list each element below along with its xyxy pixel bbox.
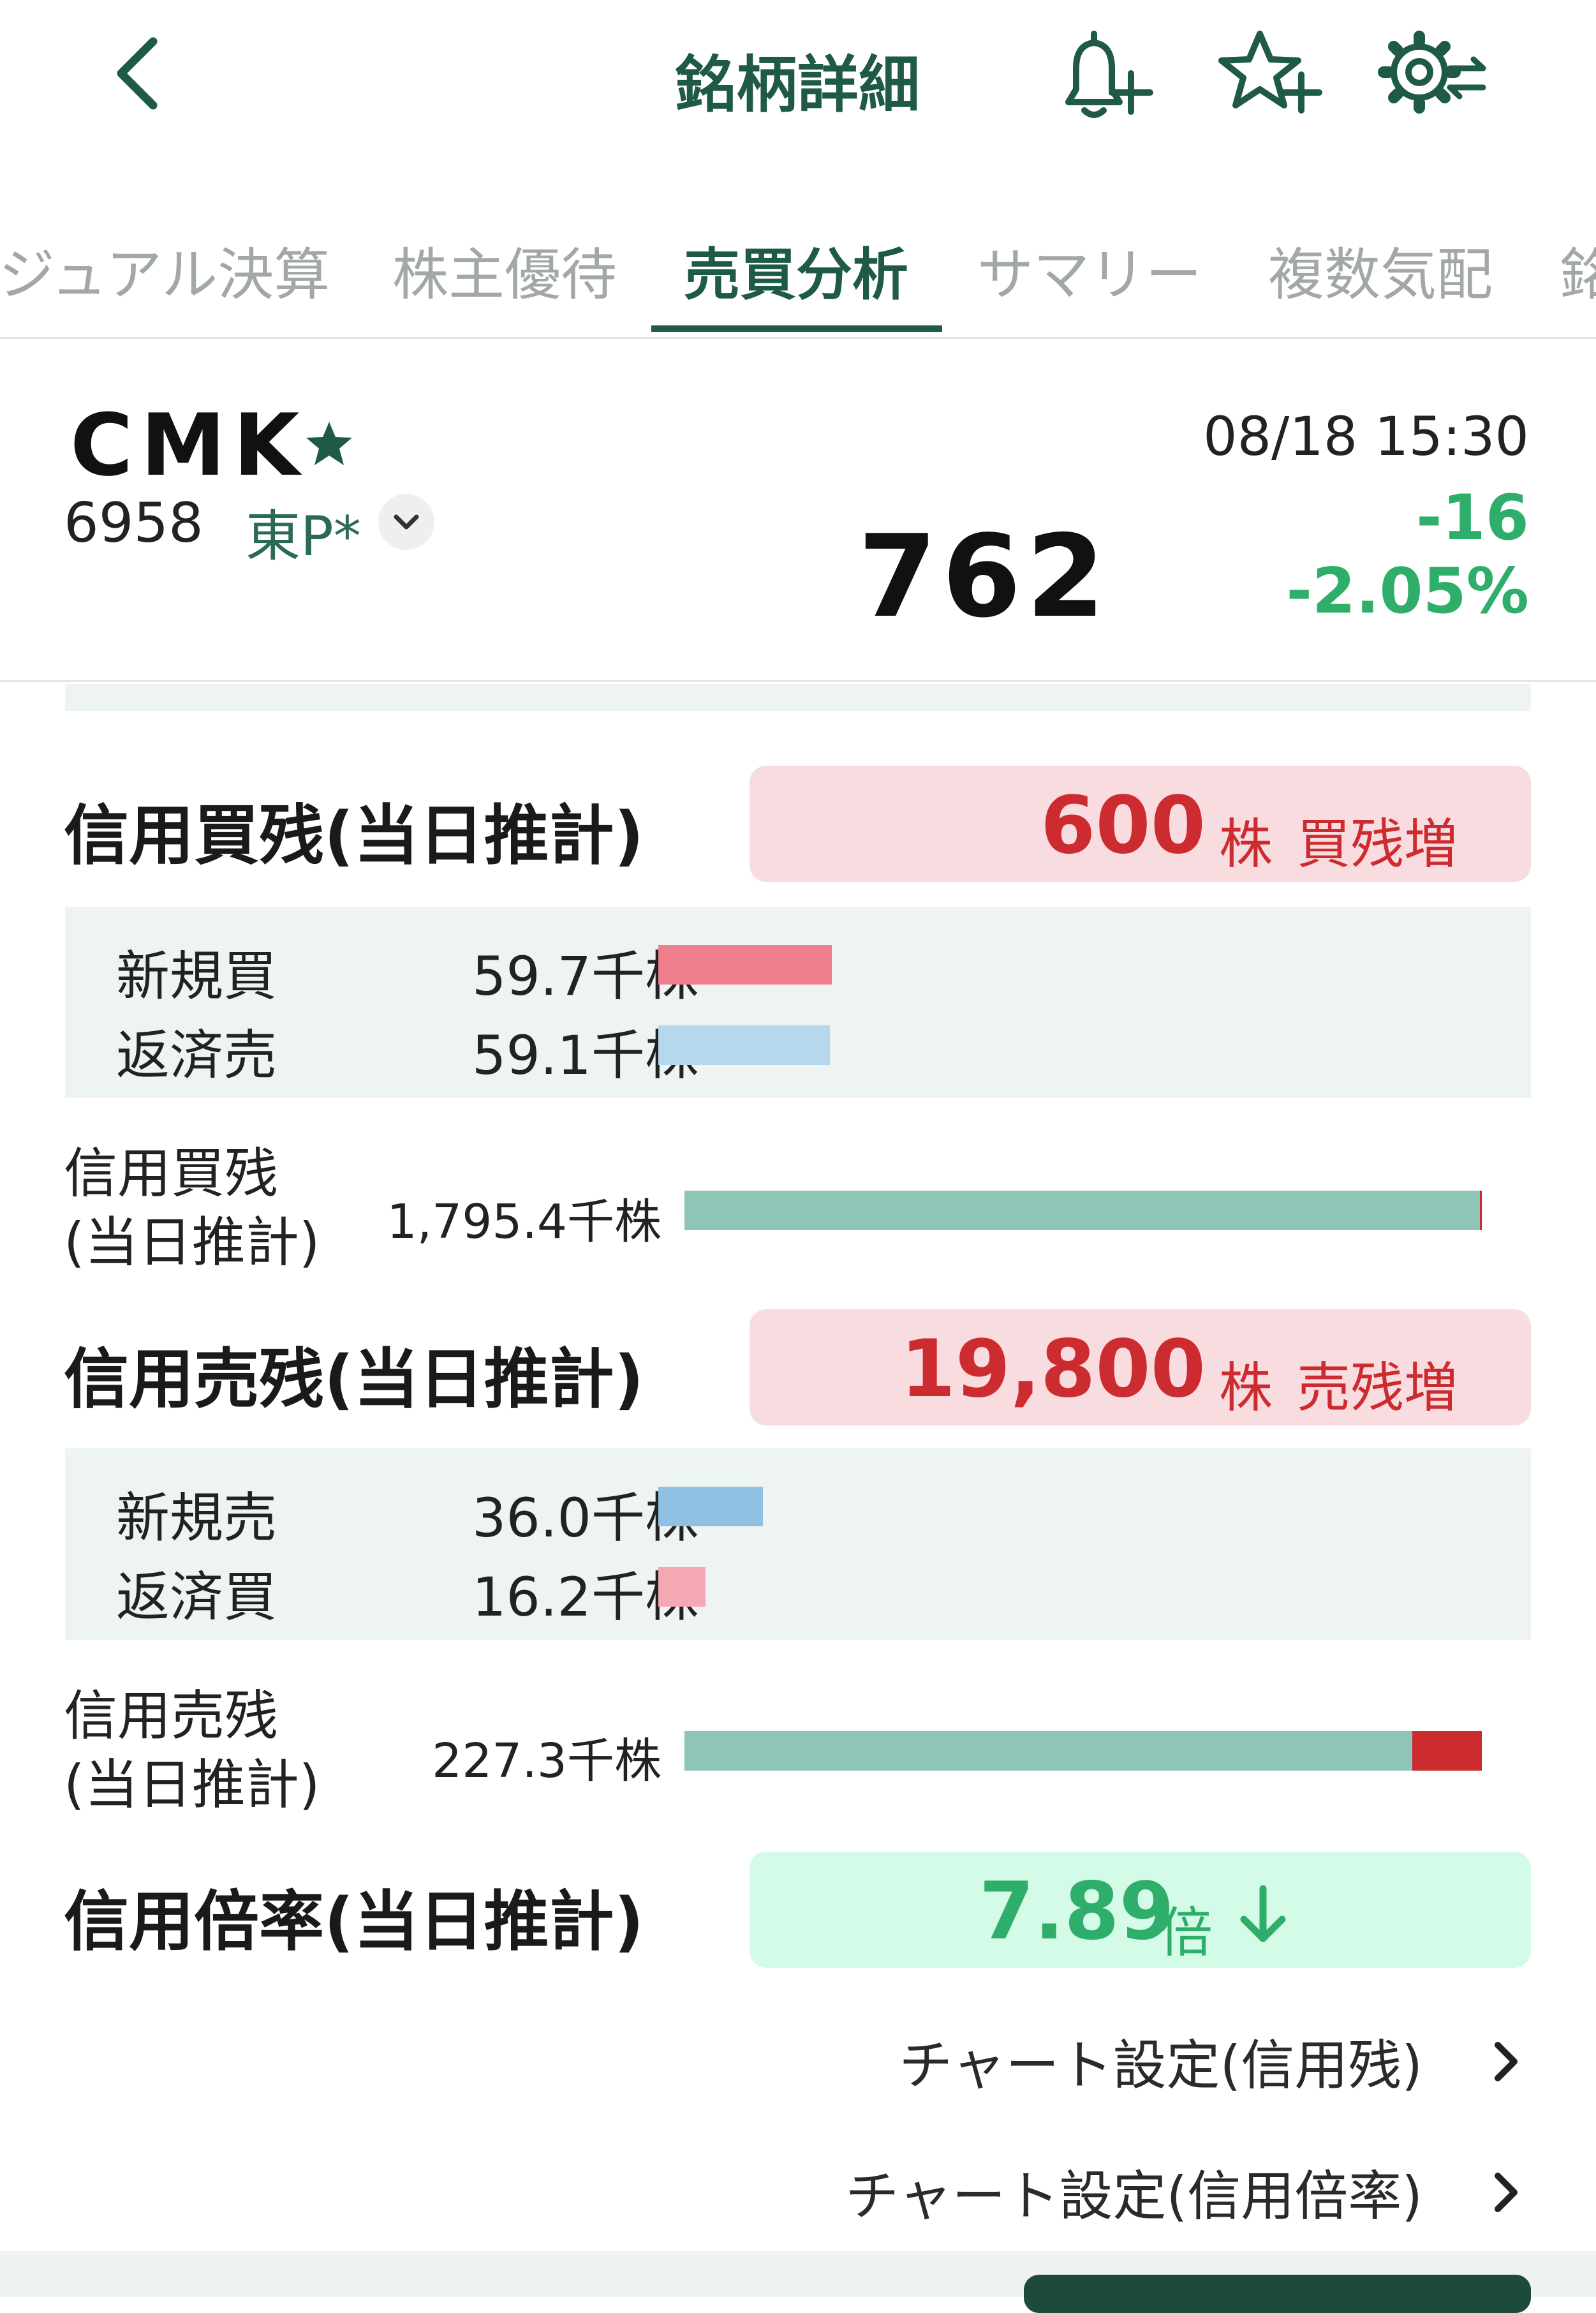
current-price: 762: [858, 510, 1111, 643]
buy-margin-balance-label-line1: 信用買残: [64, 1142, 279, 1205]
market-dropdown-button[interactable]: [378, 494, 434, 550]
margin-ratio-value: 7.89: [979, 1866, 1174, 1958]
buy-margin-balance-label: 信用買残 (当日推計): [64, 1139, 320, 1277]
price-timestamp: 08/18 15:30: [1203, 405, 1529, 468]
tab-trading-analysis[interactable]: 売買分析: [684, 230, 908, 311]
tab-bar: ビジュアル決算 株主優待 売買分析 サマリー 複数気配 銘柄: [0, 211, 1596, 338]
close-buy-label: 返済買: [116, 1566, 277, 1628]
stock-code: 6958: [64, 491, 203, 555]
buy-margin-change-value: 600: [1040, 780, 1206, 872]
new-sell-bar: [658, 1487, 763, 1526]
sell-margin-balance-label-line2: (当日推計): [64, 1753, 320, 1816]
sell-margin-title: 信用売残(当日推計): [64, 1342, 644, 1418]
chart-setting-balance-link[interactable]: チャート設定(信用残): [899, 2023, 1525, 2100]
margin-ratio-badge: 7.89 倍: [750, 1852, 1531, 1968]
tab-stock-info[interactable]: 銘柄: [1560, 230, 1596, 311]
sell-margin-badge: 19,800 株 売残増: [750, 1309, 1531, 1425]
sell-margin-detail-box: 新規売 36.0千株 返済買 16.2千株: [65, 1448, 1531, 1640]
buy-margin-detail-box: 新規買 59.7千株 返済売 59.1千株: [65, 907, 1531, 1098]
new-buy-bar: [658, 945, 832, 985]
favorite-add-icon[interactable]: [1215, 22, 1324, 124]
section-strip: [65, 684, 1531, 711]
chevron-right-icon: [1495, 2172, 1518, 2212]
sell-margin-balance-label-line1: 信用売残: [64, 1685, 279, 1747]
chart-setting-ratio-label: チャート設定(信用倍率): [845, 2165, 1422, 2227]
margin-ratio-unit: 倍: [1159, 1901, 1213, 1964]
buy-margin-unit: 株: [1218, 813, 1273, 875]
buy-margin-balance-label-line2: (当日推計): [64, 1211, 320, 1274]
close-buy-bar: [658, 1567, 706, 1607]
sell-margin-balance-value: 227.3千株: [432, 1734, 661, 1789]
chart-setting-ratio-link[interactable]: チャート設定(信用倍率): [845, 2153, 1525, 2231]
sell-margin-unit: 株: [1218, 1357, 1273, 1419]
tab-order-book[interactable]: 複数気配: [1268, 230, 1493, 311]
tab-shareholder-benefits[interactable]: 株主優待: [392, 230, 617, 311]
stock-name: CMK: [70, 396, 307, 495]
divider: [0, 337, 1596, 339]
buy-margin-badge: 600 株 買残増: [750, 766, 1531, 882]
new-sell-label: 新規売: [116, 1487, 277, 1549]
bottom-action-button[interactable]: [1024, 2275, 1531, 2313]
buy-margin-title: 信用買残(当日推計): [64, 798, 644, 874]
tab-visual-earnings[interactable]: ビジュアル決算: [0, 230, 330, 311]
margin-ratio-title: 信用倍率(当日推計): [64, 1884, 644, 1960]
price-change-percent: -2.05%: [1286, 555, 1529, 628]
chart-setting-balance-label: チャート設定(信用残): [899, 2034, 1422, 2097]
buy-margin-balance-value: 1,795.4千株: [387, 1194, 661, 1249]
buy-margin-increase-bar: [1480, 1191, 1482, 1230]
active-tab-indicator: [651, 325, 942, 332]
chevron-down-icon: [394, 514, 419, 530]
close-sell-label: 返済売: [116, 1024, 277, 1087]
sell-margin-change-label: 売残増: [1296, 1357, 1458, 1419]
bell-plus-icon[interactable]: [1049, 22, 1158, 124]
sell-margin-balance-bar: [684, 1731, 1412, 1771]
gear-swap-icon[interactable]: [1375, 22, 1489, 124]
tab-summary[interactable]: サマリー: [977, 230, 1202, 311]
chevron-right-icon: [1495, 2041, 1518, 2081]
sell-margin-balance-label: 信用売残 (当日推計): [64, 1681, 320, 1819]
market-label[interactable]: 東P*: [246, 491, 361, 571]
close-sell-bar: [658, 1025, 830, 1065]
new-buy-label: 新規買: [116, 945, 277, 1008]
sell-margin-increase-bar: [1412, 1731, 1482, 1771]
arrow-down-icon: [1240, 1885, 1286, 1942]
favorite-star-icon: [304, 418, 355, 469]
back-chevron-icon[interactable]: [102, 29, 172, 118]
buy-margin-balance-bar: [684, 1191, 1480, 1230]
buy-margin-change-label: 買残増: [1296, 813, 1458, 875]
sell-margin-change-value: 19,800: [900, 1323, 1206, 1415]
price-change: -16: [1415, 482, 1529, 554]
page-title: 銘柄詳細: [675, 49, 920, 121]
header: 銘柄詳細: [0, 0, 1596, 163]
divider: [0, 680, 1596, 682]
